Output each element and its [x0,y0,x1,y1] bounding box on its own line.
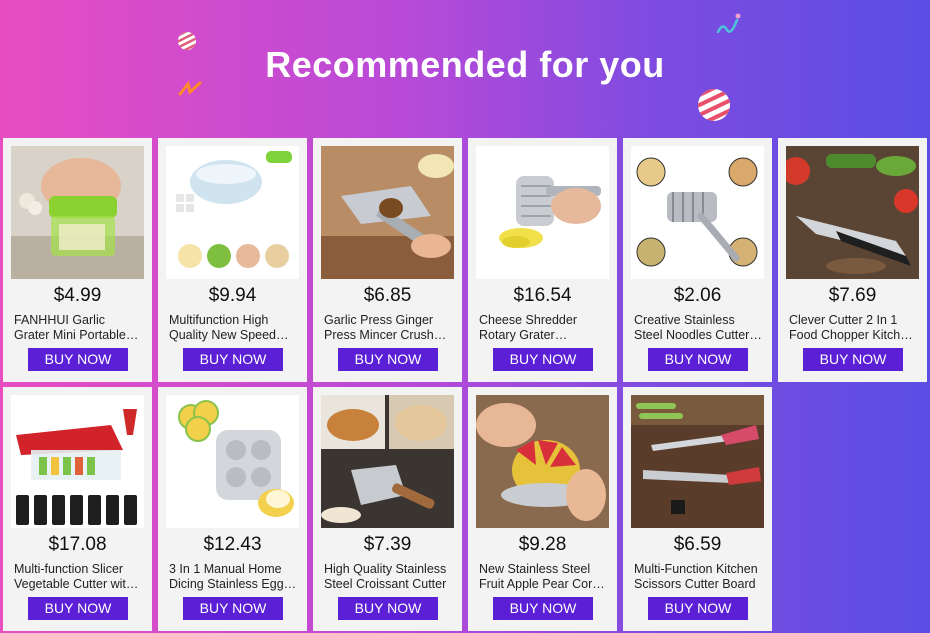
product-name[interactable]: High Quality Stainless Steel Croissant C… [324,562,452,592]
product-card[interactable]: $9.28 New Stainless Steel Fruit Apple Pe… [468,387,617,631]
buy-now-button[interactable]: BUY NOW [183,597,283,620]
product-name[interactable]: 3 In 1 Manual Home Dicing Stainless Egg … [169,562,297,592]
product-name[interactable]: Multifunction High Quality New Speed Veg… [169,313,297,343]
buy-now-button[interactable]: BUY NOW [183,348,283,371]
product-price: $17.08 [48,534,107,555]
product-name[interactable]: Cheese Shredder Rotary Grater Stainless … [479,313,607,343]
product-price: $2.06 [673,285,722,306]
product-card[interactable]: $9.94 Multifunction High Quality New Spe… [158,138,307,382]
product-price: $6.59 [673,534,722,555]
product-image[interactable] [321,395,454,528]
product-image[interactable] [476,395,609,528]
buy-now-button[interactable]: BUY NOW [648,348,748,371]
product-price: $9.94 [208,285,257,306]
product-name[interactable]: New Stainless Steel Fruit Apple Pear Cor… [479,562,607,592]
product-image[interactable] [786,146,919,279]
product-name[interactable]: Creative Stainless Steel Noodles Cutter … [634,313,762,343]
product-name[interactable]: FANHHUI Garlic Grater Mini Portable Mult… [14,313,142,343]
product-card[interactable]: $6.85 Garlic Press Ginger Press Mincer C… [313,138,462,382]
product-card[interactable]: $4.99 FANHHUI Garlic Grater Mini Portabl… [3,138,152,382]
buy-now-button[interactable]: BUY NOW [803,348,903,371]
buy-now-button[interactable]: BUY NOW [338,348,438,371]
product-card[interactable]: $2.06 Creative Stainless Steel Noodles C… [623,138,772,382]
buy-now-button[interactable]: BUY NOW [28,348,128,371]
product-image[interactable] [631,395,764,528]
product-image[interactable] [631,146,764,279]
product-name[interactable]: Multi-Function Kitchen Scissors Cutter B… [634,562,762,592]
product-price: $16.54 [513,285,572,306]
streamer-decoration [716,13,741,34]
product-image[interactable] [166,395,299,528]
product-card[interactable]: $12.43 3 In 1 Manual Home Dicing Stainle… [158,387,307,631]
product-price: $7.69 [828,285,877,306]
product-price: $4.99 [53,285,102,306]
product-name[interactable]: Garlic Press Ginger Press Mincer Crusher… [324,313,452,343]
buy-now-button[interactable]: BUY NOW [493,597,593,620]
product-card[interactable]: $16.54 Cheese Shredder Rotary Grater Sta… [468,138,617,382]
product-image[interactable] [476,146,609,279]
product-price: $7.39 [363,534,412,555]
product-name[interactable]: Clever Cutter 2 In 1 Food Chopper Kitche… [789,313,917,343]
product-image[interactable] [166,146,299,279]
product-name[interactable]: Multi-function Slicer Vegetable Cutter w… [14,562,142,592]
buy-now-button[interactable]: BUY NOW [28,597,128,620]
page-title: Recommended for you [265,44,665,85]
product-image[interactable] [11,146,144,279]
product-price: $12.43 [203,534,262,555]
product-card[interactable]: $7.39 High Quality Stainless Steel Crois… [313,387,462,631]
product-image[interactable] [321,146,454,279]
product-card[interactable]: $17.08 Multi-function Slicer Vegetable C… [3,387,152,631]
product-image[interactable] [11,395,144,528]
banner: Recommended for you [0,0,930,138]
buy-now-button[interactable]: BUY NOW [648,597,748,620]
striped-ball-decoration [698,89,730,121]
product-card[interactable]: $7.69 Clever Cutter 2 In 1 Food Chopper … [778,138,927,382]
product-card[interactable]: $6.59 Multi-Function Kitchen Scissors Cu… [623,387,772,631]
buy-now-button[interactable]: BUY NOW [493,348,593,371]
product-price: $6.85 [363,285,412,306]
product-price: $9.28 [518,534,567,555]
buy-now-button[interactable]: BUY NOW [338,597,438,620]
